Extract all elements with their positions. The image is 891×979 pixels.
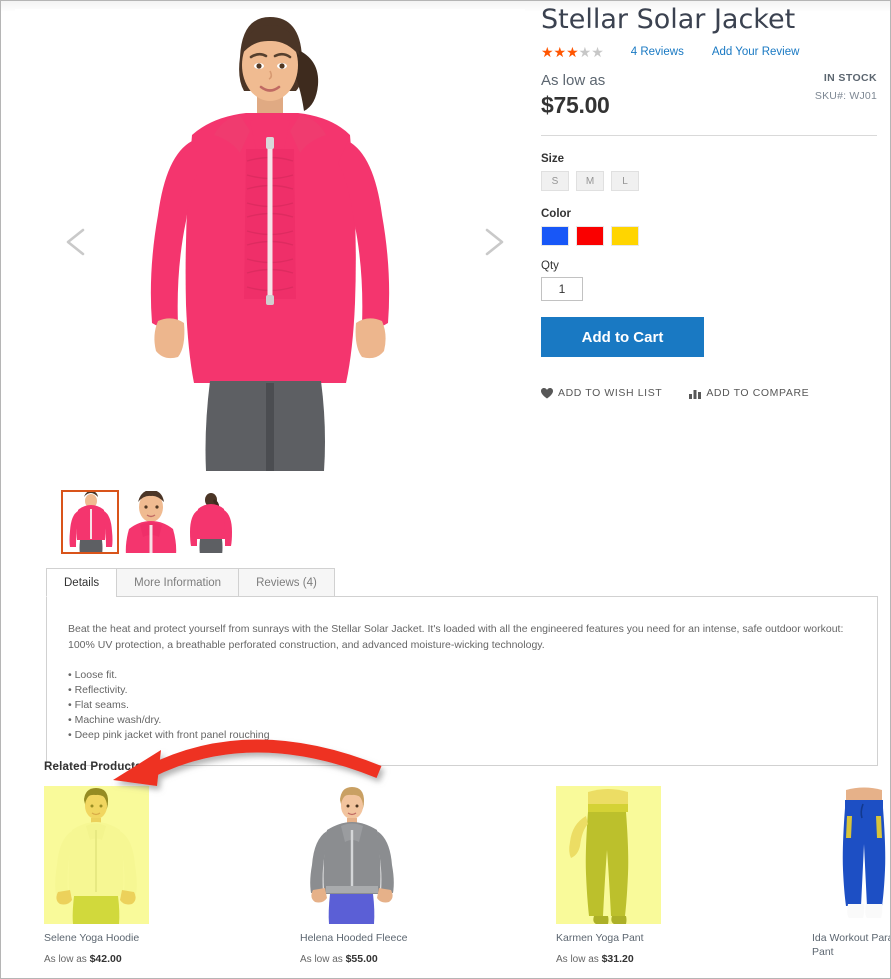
related-product-name-2[interactable]: Helena Hooded Fleece [300,931,416,945]
gallery-next-arrow[interactable] [475,225,509,259]
color-label: Color [541,208,572,220]
list-item: • Deep pink jacket with front panel rouc… [68,729,270,741]
product-tabs: Details More Information Reviews (4) Bea… [46,568,878,766]
related-product-price-3: As low as $31.20 [556,953,672,965]
product-gallery [15,9,525,554]
color-swatches [541,226,877,246]
heart-icon [541,387,553,398]
product-info: Stellar Solar Jacket ★★★★★ 4 Reviews Add… [541,1,877,399]
quantity-input[interactable] [541,277,583,301]
details-bullet-list: • Loose fit. • Reflectivity. • Flat seam… [68,668,856,743]
thumbnail-2[interactable] [121,490,179,554]
status-badge: IN STOCK [823,72,877,84]
size-swatches: S M L [541,171,877,191]
color-swatch-red[interactable] [576,226,604,246]
reviews-link[interactable]: 4 Reviews [631,46,684,58]
color-swatch-blue[interactable] [541,226,569,246]
size-swatch-m[interactable]: M [576,171,604,191]
related-products-grid: Selene Yoga Hoodie As low as $42.00 Hele… [44,786,890,967]
size-swatch-l[interactable]: L [611,171,639,191]
product-sku: SKU#: WJ01 [814,90,877,102]
add-to-compare-link[interactable]: ADD TO COMPARE [689,387,809,399]
tab-details[interactable]: Details [46,568,118,597]
thumbnail-1[interactable] [61,490,119,554]
tab-panel-details: Beat the heat and protect yourself from … [46,596,878,766]
related-products-title: Related Products [44,761,142,773]
related-product-name-1[interactable]: Selene Yoga Hoodie [44,931,160,945]
qty-label: Qty [541,260,559,272]
price-value: $42.00 [89,953,122,965]
related-products-section: Related Products Selene Yoga Hoodie As l… [44,761,890,967]
price-stock-row: As low as $75.00 IN STOCK SKU#: WJ01 [541,72,877,118]
add-review-link[interactable]: Add Your Review [712,46,800,58]
stock-info: IN STOCK SKU#: WJ01 [815,72,877,102]
related-product-image-3[interactable] [556,786,661,924]
related-product-name-4[interactable]: Ida Workout Parachute Pant [812,931,890,959]
product-page: Stellar Solar Jacket ★★★★★ 4 Reviews Add… [0,0,891,979]
list-item: • Machine wash/dry. [68,714,162,726]
add-to-cart-button[interactable]: Add to Cart [541,317,704,357]
tab-more-information[interactable]: More Information [116,568,240,597]
wishlist-label: ADD TO WISH LIST [558,387,663,399]
related-product-image-4[interactable] [812,786,890,924]
list-item: • Flat seams. [68,699,129,711]
gallery-prev-arrow[interactable] [61,225,95,259]
price-prefix: As low as [300,954,346,965]
rating-row: ★★★★★ 4 Reviews Add Your Review [541,44,877,59]
details-paragraph: Beat the heat and protect yourself from … [68,623,844,651]
compare-label: ADD TO COMPARE [706,387,810,399]
related-product-price-1: As low as $42.00 [44,953,160,965]
related-product-name-3[interactable]: Karmen Yoga Pant [556,931,672,945]
related-product-image-2[interactable] [300,786,405,924]
divider [541,135,877,136]
thumbnail-3[interactable] [181,490,239,554]
price-value: $55.00 [345,953,378,965]
thumbnail-strip [61,490,239,554]
rating-stars[interactable]: ★★★★★ [541,45,604,59]
secondary-links: ADD TO WISH LIST ADD TO COMPARE [541,387,877,399]
price-value: $31.20 [601,953,634,965]
list-item: • Reflectivity. [68,684,128,696]
list-item: • Loose fit. [68,669,118,681]
related-product-4: Ida Workout Parachute Pant [812,786,890,967]
related-product-price-2: As low as $55.00 [300,953,416,965]
related-product-2: Helena Hooded Fleece As low as $55.00 [300,786,416,967]
page-title: Stellar Solar Jacket [541,4,796,35]
size-label: Size [541,153,565,165]
color-swatch-yellow[interactable] [611,226,639,246]
add-to-wishlist-link[interactable]: ADD TO WISH LIST [541,387,662,399]
tab-list: Details More Information Reviews (4) [46,568,878,597]
size-swatch-s[interactable]: S [541,171,569,191]
related-product-image-1[interactable] [44,786,149,924]
compare-bars-icon [689,389,702,399]
price-prefix: As low as [44,954,90,965]
price-prefix: As low as [556,954,602,965]
related-product-3: Karmen Yoga Pant As low as $31.20 [556,786,672,967]
tab-reviews[interactable]: Reviews (4) [238,568,335,597]
related-product-1: Selene Yoga Hoodie As low as $42.00 [44,786,160,967]
